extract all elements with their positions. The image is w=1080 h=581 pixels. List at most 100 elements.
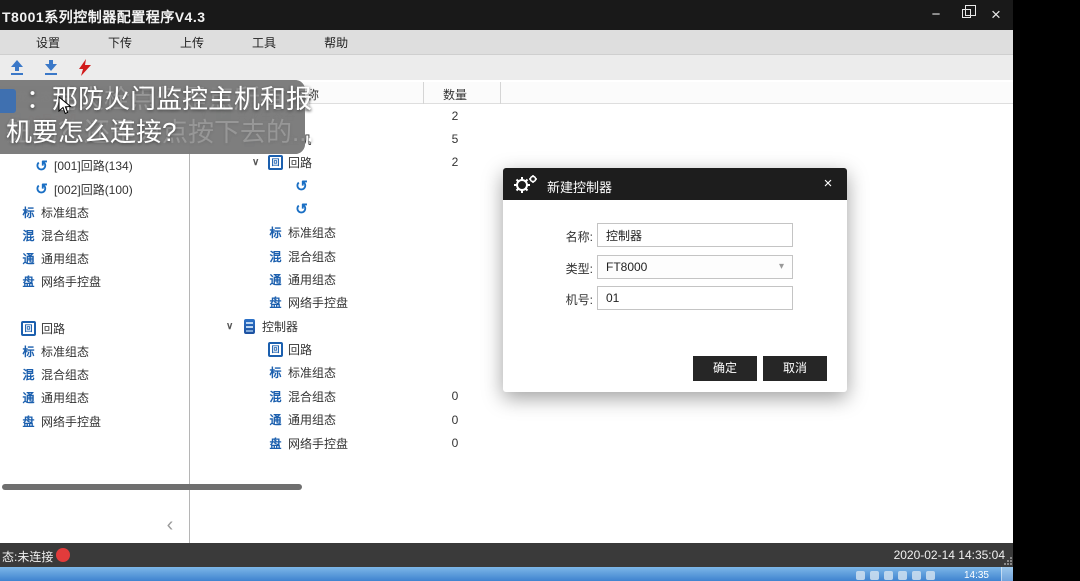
list-item[interactable]: 标准组态 <box>0 201 189 224</box>
screen-letterbox <box>1013 0 1080 581</box>
list-item[interactable]: 混合组态 <box>0 363 189 386</box>
cancel-button[interactable]: 取消 <box>763 356 827 381</box>
menu-item[interactable]: 设置 <box>30 32 66 53</box>
close-button[interactable]: × <box>981 0 1011 30</box>
upload-arrow-icon[interactable] <box>6 58 28 78</box>
tray-icon[interactable] <box>870 571 879 580</box>
clock[interactable]: 14:35 <box>964 570 989 581</box>
tray-icon[interactable] <box>884 571 893 580</box>
table-header: 名称 数量 <box>190 82 1013 104</box>
column-qty: 数量 <box>425 86 485 103</box>
tree-node-icon <box>21 205 36 220</box>
list-item[interactable]: 通用组态 <box>0 247 189 270</box>
list-item[interactable]: 网络手控盘 <box>0 409 189 432</box>
tree-node-icon <box>34 158 49 173</box>
collapse-chevron-icon[interactable]: ‹ <box>160 514 180 536</box>
taskbar-app-icon[interactable] <box>174 568 200 581</box>
menu-item[interactable]: 工具 <box>246 32 282 53</box>
machine-no-label: 机号: <box>513 291 593 308</box>
chevron-down-icon[interactable] <box>252 157 268 168</box>
column-divider[interactable] <box>500 82 501 104</box>
list-item[interactable]: 网络手控盘 <box>0 270 189 293</box>
tree-node-icon <box>244 319 255 334</box>
list-item[interactable]: 混合组态 <box>0 224 189 247</box>
menu-item[interactable]: 下传 <box>102 32 138 53</box>
chevron-down-icon[interactable] <box>226 321 242 332</box>
resize-grip[interactable] <box>1004 557 1012 565</box>
list-item[interactable]: 通用组态 <box>0 386 189 409</box>
taskbar-app-icon[interactable] <box>106 568 132 581</box>
new-controller-dialog: 新建控制器 × 名称: 类型: FT8000 ▾ <box>503 168 847 392</box>
taskbar-app-icon[interactable] <box>140 568 166 581</box>
tray-icon[interactable] <box>898 571 907 580</box>
taskbar-icons <box>4 568 200 581</box>
taskbar-app-icon[interactable] <box>72 568 98 581</box>
toolbar <box>0 55 1013 80</box>
dialog-header[interactable]: 新建控制器 × <box>503 168 847 200</box>
tree-node-icon <box>21 390 36 405</box>
type-field-row: 类型: FT8000 ▾ <box>503 255 847 279</box>
tree-node-icon <box>268 249 283 264</box>
type-label: 类型: <box>513 260 593 277</box>
menu-bar: 设置 下传 上传 工具 帮助 <box>0 30 1013 55</box>
tree-node-icon <box>268 272 283 287</box>
tray-icon[interactable] <box>912 571 921 580</box>
quantity-value: 0 <box>440 413 470 427</box>
quantity-value: 5 <box>440 132 470 146</box>
table-row[interactable]: 网络手控盘 0 <box>190 431 1013 454</box>
quantity-value: 0 <box>440 389 470 403</box>
table-row[interactable]: 通用组态 0 <box>190 408 1013 431</box>
taskbar-app-icon[interactable] <box>38 568 64 581</box>
tree-node-icon <box>268 225 283 240</box>
titlebar: T8001系列控制器配置程序V4.3 − × <box>0 0 1013 30</box>
left-tree: 00号主机 回路 [001]回路(134) <box>0 108 189 433</box>
type-dropdown[interactable]: FT8000 ▾ <box>597 255 793 279</box>
menu-item[interactable]: 上传 <box>174 32 210 53</box>
dialog-close-icon[interactable]: × <box>817 174 839 194</box>
list-item[interactable] <box>0 294 189 317</box>
tree-node-icon <box>21 228 36 243</box>
tray-icon[interactable] <box>856 571 865 580</box>
tree-table-panel: 名称 数量 兴龙生态谷 2 <box>190 80 1013 543</box>
list-item[interactable]: [001]回路(134) <box>0 154 189 177</box>
menu-item[interactable]: 帮助 <box>318 32 354 53</box>
tree-node-icon <box>268 412 283 427</box>
lightning-icon[interactable] <box>74 58 96 78</box>
name-field-row: 名称: <box>503 223 847 247</box>
tree-node-icon <box>34 182 49 197</box>
minimize-button[interactable]: − <box>921 0 951 30</box>
tray-icon[interactable] <box>926 571 935 580</box>
tree-node-icon <box>294 178 309 193</box>
restore-button[interactable] <box>953 0 983 30</box>
status-dot-icon <box>56 548 70 562</box>
list-item[interactable]: 回路 <box>0 317 189 340</box>
gear-icon <box>513 175 539 198</box>
window-title: T8001系列控制器配置程序V4.3 <box>2 7 206 27</box>
tree-node-icon <box>268 295 283 310</box>
ok-button[interactable]: 确定 <box>693 356 757 381</box>
tree-node-icon <box>268 389 283 404</box>
name-input[interactable] <box>597 223 793 247</box>
machine-no-input[interactable] <box>597 286 793 310</box>
tree-node-icon <box>21 367 36 382</box>
taskbar-app-icon[interactable] <box>4 568 30 581</box>
tree-node-icon <box>21 414 36 429</box>
list-item[interactable]: [002]回路(100) <box>0 178 189 201</box>
mouse-cursor <box>58 96 72 121</box>
system-tray <box>856 571 935 580</box>
tree-node-icon <box>268 365 283 380</box>
download-arrow-icon[interactable] <box>40 58 62 78</box>
tree-node-icon <box>268 342 283 357</box>
scrollbar-thumb[interactable] <box>2 484 302 490</box>
taskbar: 14:35 <box>0 567 1013 581</box>
tree-node-icon <box>21 321 36 336</box>
show-desktop-button[interactable] <box>1001 567 1013 581</box>
list-item[interactable]: 标准组态 <box>0 340 189 363</box>
avatar <box>0 89 16 113</box>
chevron-down-icon: ▾ <box>779 256 784 278</box>
column-divider[interactable] <box>423 82 424 104</box>
tree-node-icon <box>21 344 36 359</box>
connection-status: 态:未连接 <box>2 548 53 565</box>
dialog-title: 新建控制器 <box>547 177 612 196</box>
quantity-value: 0 <box>440 436 470 450</box>
